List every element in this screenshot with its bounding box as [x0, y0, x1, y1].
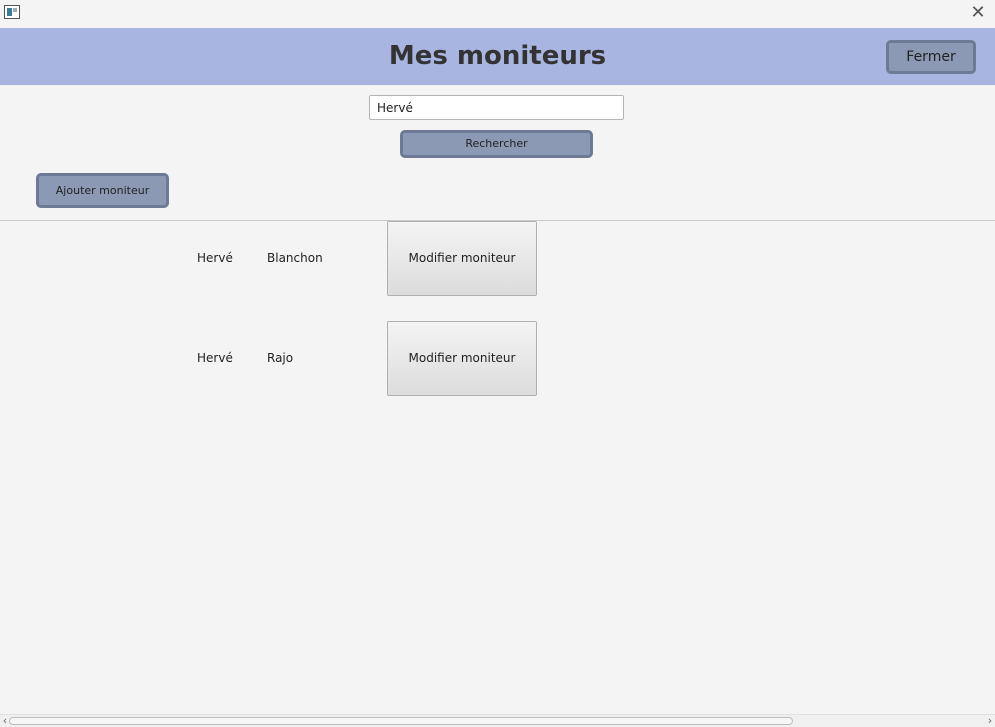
horizontal-scrollbar[interactable]: ‹ ›: [0, 714, 995, 727]
app-window-icon: [4, 5, 20, 19]
window-close-icon[interactable]: ✕: [967, 2, 989, 24]
edit-instructor-button[interactable]: Modifier moniteur: [387, 221, 537, 296]
page-title: Mes moniteurs: [388, 41, 607, 71]
instructor-first-name: Hervé: [197, 251, 233, 265]
scroll-right-icon[interactable]: ›: [985, 715, 995, 727]
scrollbar-thumb[interactable]: [9, 717, 793, 725]
instructor-last-name: Rajo: [267, 351, 294, 365]
edit-instructor-button[interactable]: Modifier moniteur: [387, 321, 537, 396]
window-titlebar: ✕: [0, 0, 995, 28]
instructor-row: Hervé Blanchon Modifier moniteur: [0, 221, 995, 296]
instructor-first-name: Hervé: [197, 351, 233, 365]
close-button[interactable]: Fermer: [886, 40, 976, 74]
search-input[interactable]: [369, 95, 624, 120]
add-instructor-button[interactable]: Ajouter moniteur: [36, 173, 169, 208]
instructor-last-name: Blanchon: [267, 251, 323, 265]
instructor-row: Hervé Rajo Modifier moniteur: [0, 321, 995, 396]
search-button[interactable]: Rechercher: [400, 130, 593, 158]
header-bar: Mes moniteurs Fermer: [0, 28, 995, 85]
